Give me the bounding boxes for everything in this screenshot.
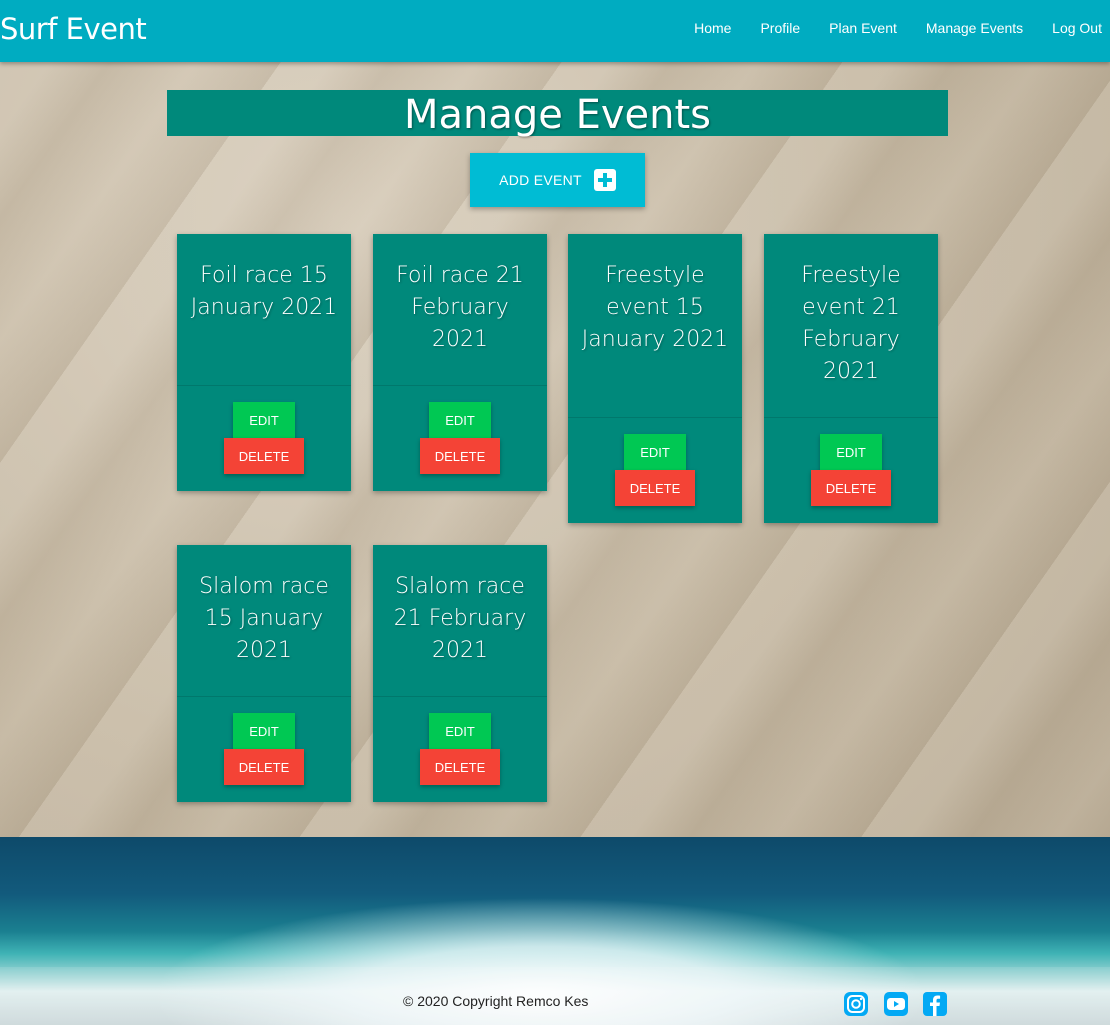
edit-button[interactable]: EDIT: [233, 402, 295, 438]
add-event-label: ADD EVENT: [499, 172, 582, 188]
delete-button[interactable]: DELETE: [615, 470, 695, 506]
card-actions: EDIT DELETE: [568, 417, 742, 523]
navbar: Surf Event Home Profile Plan Event Manag…: [0, 0, 1110, 62]
nav-home[interactable]: Home: [694, 20, 731, 36]
nav-plan-event[interactable]: Plan Event: [829, 20, 897, 36]
add-event-button[interactable]: ADD EVENT: [470, 153, 645, 207]
instagram-icon[interactable]: [843, 991, 869, 1017]
youtube-icon[interactable]: [883, 991, 909, 1017]
edit-button[interactable]: EDIT: [429, 713, 491, 749]
card-actions: EDIT DELETE: [177, 385, 351, 491]
edit-button[interactable]: EDIT: [624, 434, 686, 470]
delete-button[interactable]: DELETE: [224, 438, 304, 474]
edit-button[interactable]: EDIT: [429, 402, 491, 438]
event-title[interactable]: Freestyle event 21 February 2021: [764, 234, 938, 388]
event-title[interactable]: Foil race 15 January 2021: [177, 234, 351, 324]
event-title[interactable]: Slalom race 21 February 2021: [373, 545, 547, 667]
page-title-banner: Manage Events: [167, 90, 948, 138]
event-title[interactable]: Foil race 21 February 2021: [373, 234, 547, 356]
card-actions: EDIT DELETE: [373, 385, 547, 491]
event-card: Freestyle event 15 January 2021 EDIT DEL…: [568, 234, 742, 523]
facebook-icon[interactable]: [922, 991, 948, 1017]
footer: © 2020 Copyright Remco Kes: [0, 837, 1110, 1025]
delete-button[interactable]: DELETE: [420, 749, 500, 785]
nav-links: Home Profile Plan Event Manage Events Lo…: [665, 20, 1102, 36]
delete-button[interactable]: DELETE: [420, 438, 500, 474]
delete-button[interactable]: DELETE: [811, 470, 891, 506]
event-title[interactable]: Slalom race 15 January 2021: [177, 545, 351, 667]
event-card: Foil race 21 February 2021 EDIT DELETE: [373, 234, 547, 491]
delete-button[interactable]: DELETE: [224, 749, 304, 785]
brand-logo[interactable]: Surf Event: [0, 12, 147, 46]
event-card: Foil race 15 January 2021 EDIT DELETE: [177, 234, 351, 491]
nav-profile[interactable]: Profile: [760, 20, 800, 36]
card-actions: EDIT DELETE: [177, 696, 351, 802]
edit-button[interactable]: EDIT: [820, 434, 882, 470]
event-card: Slalom race 21 February 2021 EDIT DELETE: [373, 545, 547, 802]
event-title[interactable]: Freestyle event 15 January 2021: [568, 234, 742, 356]
event-card: Slalom race 15 January 2021 EDIT DELETE: [177, 545, 351, 802]
card-actions: EDIT DELETE: [373, 696, 547, 802]
edit-button[interactable]: EDIT: [233, 713, 295, 749]
card-actions: EDIT DELETE: [764, 417, 938, 523]
plus-icon: [593, 169, 616, 191]
nav-log-out[interactable]: Log Out: [1052, 20, 1102, 36]
page-title: Manage Events: [403, 92, 712, 138]
event-card: Freestyle event 21 February 2021 EDIT DE…: [764, 234, 938, 523]
copyright-text: © 2020 Copyright Remco Kes: [403, 993, 589, 1009]
nav-manage-events[interactable]: Manage Events: [926, 20, 1023, 36]
